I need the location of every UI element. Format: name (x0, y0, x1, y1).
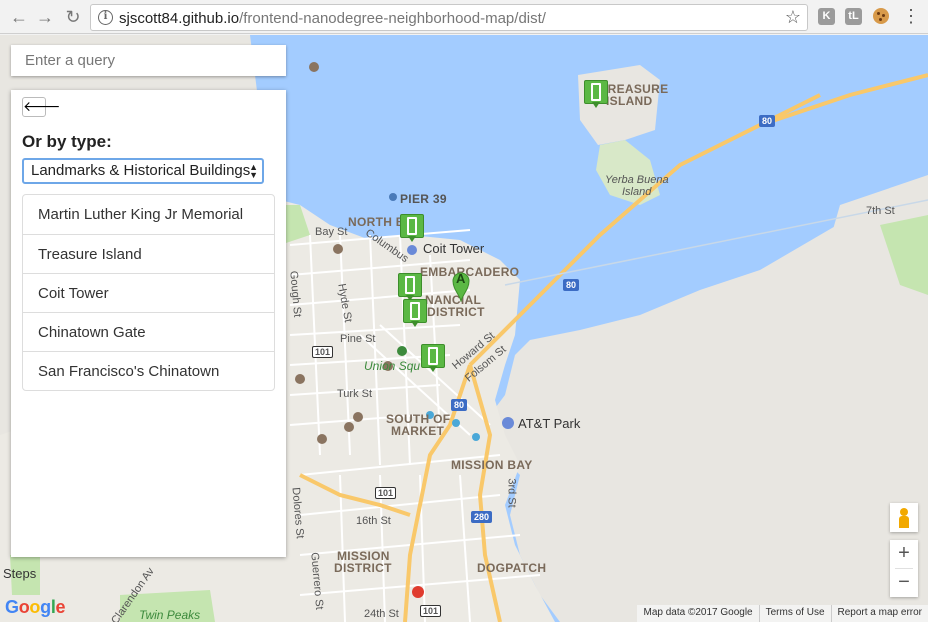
type-label: Or by type: (22, 132, 112, 151)
info-icon[interactable]: i (98, 10, 113, 25)
list-item[interactable]: Coit Tower (23, 273, 274, 312)
map-attribution: Map data ©2017 Google Terms of Use Repor… (637, 605, 928, 622)
search-input[interactable] (11, 45, 286, 76)
back-button[interactable]: 🡐 (22, 97, 61, 117)
landmark-marker-treasure-island[interactable] (584, 80, 608, 108)
map-label-yerba-buena-2: Island (622, 186, 652, 198)
map-label-pine-st: Pine St (340, 333, 376, 345)
bookmark-star-icon[interactable]: ☆ (785, 7, 801, 28)
us-101-shield: 101 (375, 487, 397, 499)
map-label-steps: Steps (3, 566, 37, 581)
address-bar[interactable]: i sjscott84.github.io/frontend-nanodegre… (90, 4, 808, 31)
list-item[interactable]: Treasure Island (23, 234, 274, 273)
landmark-marker-chinatown-gate[interactable] (398, 273, 422, 301)
map-label-3rd-st: 3rd St (505, 478, 518, 508)
map-label-union-square: Union Squ (364, 359, 421, 373)
landmark-marker-chinatown[interactable] (403, 299, 427, 327)
street-view-pegman-icon[interactable] (890, 503, 918, 532)
landmark-marker-coit-tower[interactable] (400, 214, 424, 242)
interstate-80-shield: 80 (563, 279, 580, 291)
select-arrows-icon: ▲ ▼ (249, 162, 258, 180)
list-item[interactable]: Martin Luther King Jr Memorial (23, 195, 274, 234)
report-error-link[interactable]: Report a map error (830, 605, 928, 622)
logo-letter: e (55, 597, 66, 617)
pin-label: A (456, 271, 466, 286)
interstate-80-shield: 80 (451, 399, 468, 411)
map-label-turk-st: Turk St (337, 388, 373, 400)
map-label-treasure-island-2: ISLAND (606, 94, 653, 108)
map-label-att-park: AT&T Park (518, 416, 581, 431)
logo-letter: G (5, 597, 19, 617)
search-box (11, 45, 286, 76)
google-logo[interactable]: Google (5, 597, 66, 618)
list-item[interactable]: Chinatown Gate (23, 312, 274, 351)
interstate-280-shield: 280 (471, 511, 493, 523)
map-data-credit: Map data ©2017 Google (643, 607, 753, 618)
map-label-financial-2: DISTRICT (427, 305, 485, 319)
url-text[interactable]: sjscott84.github.io/frontend-nanodegree-… (119, 10, 546, 27)
terms-of-use-link[interactable]: Terms of Use (758, 605, 831, 622)
logo-letter: o (29, 597, 41, 617)
map-label-yerba-buena: Yerba Buena (605, 174, 669, 186)
results-list: Martin Luther King Jr Memorial Treasure … (22, 194, 275, 391)
cookie-extension-icon[interactable] (873, 8, 889, 24)
logo-letter: g (40, 597, 51, 617)
browser-menu-icon[interactable]: ⋮ (902, 5, 920, 27)
map-label-16th-st: 16th St (356, 515, 391, 527)
type-select[interactable]: Landmarks & Historical Buildings ▲ ▼ (22, 158, 264, 184)
zoom-control: + − (890, 540, 918, 597)
map-label-7th-st: 7th St (866, 205, 895, 217)
interstate-80-shield: 80 (759, 115, 776, 127)
map-label-mission-2: DISTRICT (334, 561, 392, 575)
url-path: /frontend-nanodegree-neighborhood-map/di… (239, 10, 546, 27)
map-label-24th-st: 24th St (364, 608, 399, 620)
map-label-pier39: PIER 39 (400, 192, 447, 206)
zoom-in-button[interactable]: + (890, 540, 918, 568)
us-101-shield: 101 (312, 346, 334, 358)
map-label-twin-peaks: Twin Peaks (139, 608, 201, 622)
reload-icon[interactable]: ↻ (62, 6, 84, 28)
list-item[interactable]: San Francisco's Chinatown (23, 351, 274, 390)
back-nav-icon[interactable]: ← (8, 6, 30, 28)
us-101-shield: 101 (420, 605, 442, 617)
landmark-marker-mlk-memorial[interactable] (421, 344, 445, 372)
filter-panel: 🡐 Or by type: Landmarks & Historical Bui… (11, 90, 286, 557)
map-label-soma-2: MARKET (391, 424, 445, 438)
map-label-dogpatch: DOGPATCH (477, 561, 547, 575)
zoom-out-button[interactable]: − (890, 569, 918, 597)
browser-toolbar: ← → ↻ i sjscott84.github.io/frontend-nan… (0, 0, 928, 34)
forward-nav-icon[interactable]: → (34, 6, 56, 28)
map-label-coit: Coit Tower (423, 241, 485, 256)
extension-k-icon[interactable]: K (818, 8, 835, 25)
logo-letter: o (18, 597, 30, 617)
search-result-pin[interactable]: A (452, 271, 470, 302)
type-select-value: Landmarks & Historical Buildings (31, 162, 251, 179)
url-host: sjscott84.github.io (119, 10, 240, 27)
extension-tl-icon[interactable]: tL (845, 8, 862, 25)
map-label-bay-st: Bay St (315, 226, 348, 238)
map-label-mission-bay: MISSION BAY (451, 458, 533, 472)
